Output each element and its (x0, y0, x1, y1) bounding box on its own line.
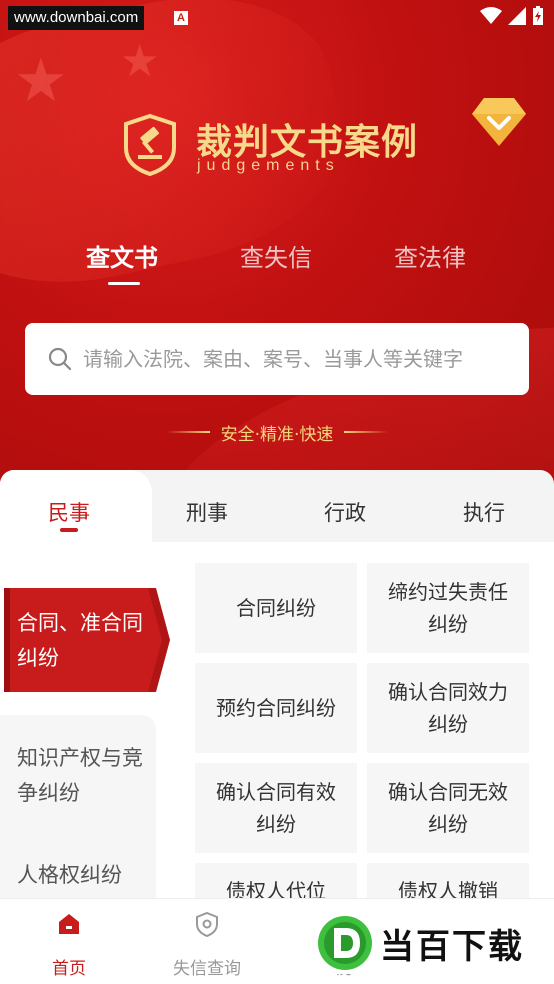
gavel-shield-icon (124, 114, 176, 176)
battery-icon (533, 6, 543, 25)
category-execution[interactable]: 执行 (463, 497, 505, 527)
brand-watermark: 当百下载 (316, 912, 548, 974)
active-tab-indicator (108, 282, 140, 285)
nav-dishonest-label: 失信查询 (173, 959, 241, 979)
status-bar-icons (480, 6, 544, 26)
signal-icon (508, 7, 526, 25)
nav-home-label: 首页 (52, 959, 86, 979)
grid-item[interactable]: 确认合同有效纠纷 (195, 763, 357, 853)
side-item-intellectual-property[interactable]: 知识产权与竞争纠纷 (17, 741, 147, 811)
side-item-personality-rights[interactable]: 人格权纠纷 (17, 858, 147, 893)
category-administrative[interactable]: 行政 (324, 497, 366, 527)
slogan: 安全·精准·快速 (220, 425, 334, 445)
nav-home[interactable]: 首页 (19, 899, 119, 984)
query-tabs: 查文书 查失信 查法律 (0, 238, 554, 288)
search-icon (48, 347, 72, 371)
grid-item[interactable]: 预约合同纠纷 (195, 663, 357, 753)
brand-watermark-text: 当百下载 (380, 926, 524, 967)
grid-item[interactable]: 缔约过失责任纠纷 (367, 563, 529, 653)
nav-dishonest-query[interactable]: 失信查询 (157, 899, 257, 984)
search-box[interactable] (25, 323, 529, 395)
slogan-divider (344, 431, 388, 433)
shield-icon (196, 911, 218, 937)
category-civil[interactable]: 民事 (48, 497, 90, 527)
side-item-contract[interactable]: 合同、准合同纠纷 (17, 606, 157, 676)
home-icon (59, 914, 79, 934)
category-active-indicator (60, 528, 78, 532)
grid-item[interactable]: 确认合同无效纠纷 (367, 763, 529, 853)
star-decoration: ★ (14, 46, 68, 116)
search-input[interactable] (83, 347, 529, 371)
category-criminal[interactable]: 刑事 (186, 497, 228, 527)
tab-documents[interactable]: 查文书 (86, 238, 158, 273)
app-subtitle: judgements (197, 157, 340, 174)
tab-dishonest[interactable]: 查失信 (240, 238, 312, 273)
watermark-badge: A (174, 11, 188, 25)
site-watermark: www.downbai.com (8, 6, 145, 30)
d-logo-icon (318, 916, 372, 970)
tab-law[interactable]: 查法律 (394, 238, 466, 273)
grid-item[interactable]: 确认合同效力纠纷 (367, 663, 529, 753)
grid-item[interactable]: 合同纠纷 (195, 563, 357, 653)
wifi-icon (480, 7, 502, 24)
star-decoration: ★ (120, 36, 160, 87)
diamond-chevron-icon[interactable] (470, 96, 528, 148)
